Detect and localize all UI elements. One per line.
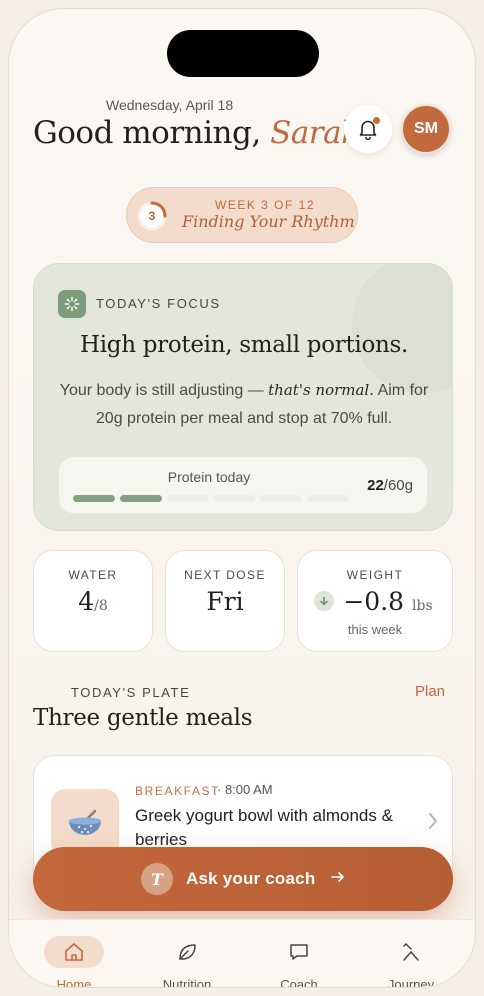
chevron-right-icon (429, 813, 437, 829)
tab-journey[interactable]: Journey (366, 920, 456, 988)
protein-tracker[interactable]: Protein today 22/60g (58, 456, 428, 514)
tab-nutrition[interactable]: Nutrition (142, 920, 232, 988)
tab-journey-icon-wrap (381, 936, 441, 968)
tab-coach-icon-wrap (269, 936, 329, 968)
ask-coach-button[interactable]: T Ask your coach (33, 847, 453, 911)
next-dose-value: Fri (206, 587, 244, 616)
protein-value: 22/60g (367, 477, 413, 494)
weight-label: WEIGHT (346, 568, 404, 582)
protein-segment (307, 495, 349, 502)
notifications-button[interactable] (344, 105, 392, 153)
tab-coach-label: Coach (280, 977, 318, 988)
weight-value: −0.8 lbs (298, 587, 452, 616)
protein-segment (213, 495, 256, 502)
phase-title: Finding Your Rhythm (182, 212, 355, 231)
tab-nutrition-icon-wrap (157, 936, 217, 968)
sparkle-icon (58, 290, 86, 318)
tab-journey-label: Journey (387, 977, 435, 988)
notification-badge (372, 116, 381, 125)
date-label: Wednesday, April 18 (106, 97, 234, 113)
decorative-circle (352, 264, 452, 394)
meal-name: Greek yogurt bowl with almonds & berries (135, 806, 393, 849)
protein-segment (119, 495, 162, 502)
focus-heading: High protein, small portions. (79, 332, 409, 358)
coach-avatar: T (141, 863, 173, 895)
protein-label: Protein today (167, 469, 251, 485)
todays-focus-card[interactable]: TODAY'S FOCUS High protein, small portio… (33, 263, 453, 531)
arrow-right-icon (331, 872, 344, 882)
home-icon (65, 943, 83, 961)
plan-link[interactable]: Plan (415, 683, 445, 700)
next-dose-stat-card[interactable]: NEXT DOSE Fri (165, 550, 285, 652)
phone-frame: Wednesday, April 18 Good morning, Sarah … (8, 8, 476, 988)
path-icon (403, 943, 419, 961)
water-count: 4 (78, 587, 95, 616)
dynamic-island (167, 30, 319, 77)
plate-label: TODAY'S PLATE (71, 685, 191, 700)
protein-segment (166, 495, 209, 502)
focus-body-emphasis: that's normal. (268, 381, 374, 399)
greeting-text: Good morning, (33, 115, 261, 151)
water-goal: /8 (94, 598, 108, 614)
water-label: WATER (68, 568, 118, 582)
focus-body: Your body is still adjusting — that's no… (54, 376, 434, 433)
tab-nutrition-label: Nutrition (162, 977, 212, 988)
protein-segment (260, 495, 303, 502)
water-value: 4/8 (34, 587, 152, 616)
water-stat-card[interactable]: WATER 4/8 (33, 550, 153, 652)
meal-time: · 8:00 AM (217, 782, 273, 797)
week-number: 3 (148, 209, 156, 223)
weight-period: this week (347, 622, 403, 637)
ask-coach-label: Ask your coach (186, 869, 316, 888)
weight-unit: lbs (412, 598, 433, 614)
protein-goal: /60g (383, 477, 413, 494)
weight-change: −0.8 (343, 587, 405, 616)
program-progress-pill[interactable]: 3 WEEK 3 OF 12 Finding Your Rhythm (126, 187, 358, 243)
focus-body-text: Your body is still adjusting — (59, 382, 269, 399)
tab-coach[interactable]: Coach (254, 920, 344, 988)
focus-label: TODAY'S FOCUS (96, 296, 221, 311)
protein-current: 22 (367, 477, 384, 494)
leaf-icon (179, 944, 196, 960)
next-dose-label: NEXT DOSE (184, 568, 266, 582)
week-label: WEEK 3 OF 12 (215, 198, 316, 212)
greeting-heading: Good morning, Sarah (33, 115, 361, 151)
protein-segment (73, 495, 115, 502)
profile-avatar[interactable]: SM (401, 104, 451, 154)
chat-icon (290, 944, 308, 960)
tab-home-icon-wrap (44, 936, 104, 968)
tab-home-label: Home (56, 977, 92, 988)
plate-title: Three gentle meals (33, 705, 253, 731)
weight-stat-card[interactable]: WEIGHT −0.8 lbs this week (297, 550, 453, 652)
tab-home[interactable]: Home (29, 920, 119, 988)
bottom-tab-bar: Home Nutrition Coach Journey (9, 919, 475, 988)
meal-type: BREAKFAST (135, 784, 221, 798)
